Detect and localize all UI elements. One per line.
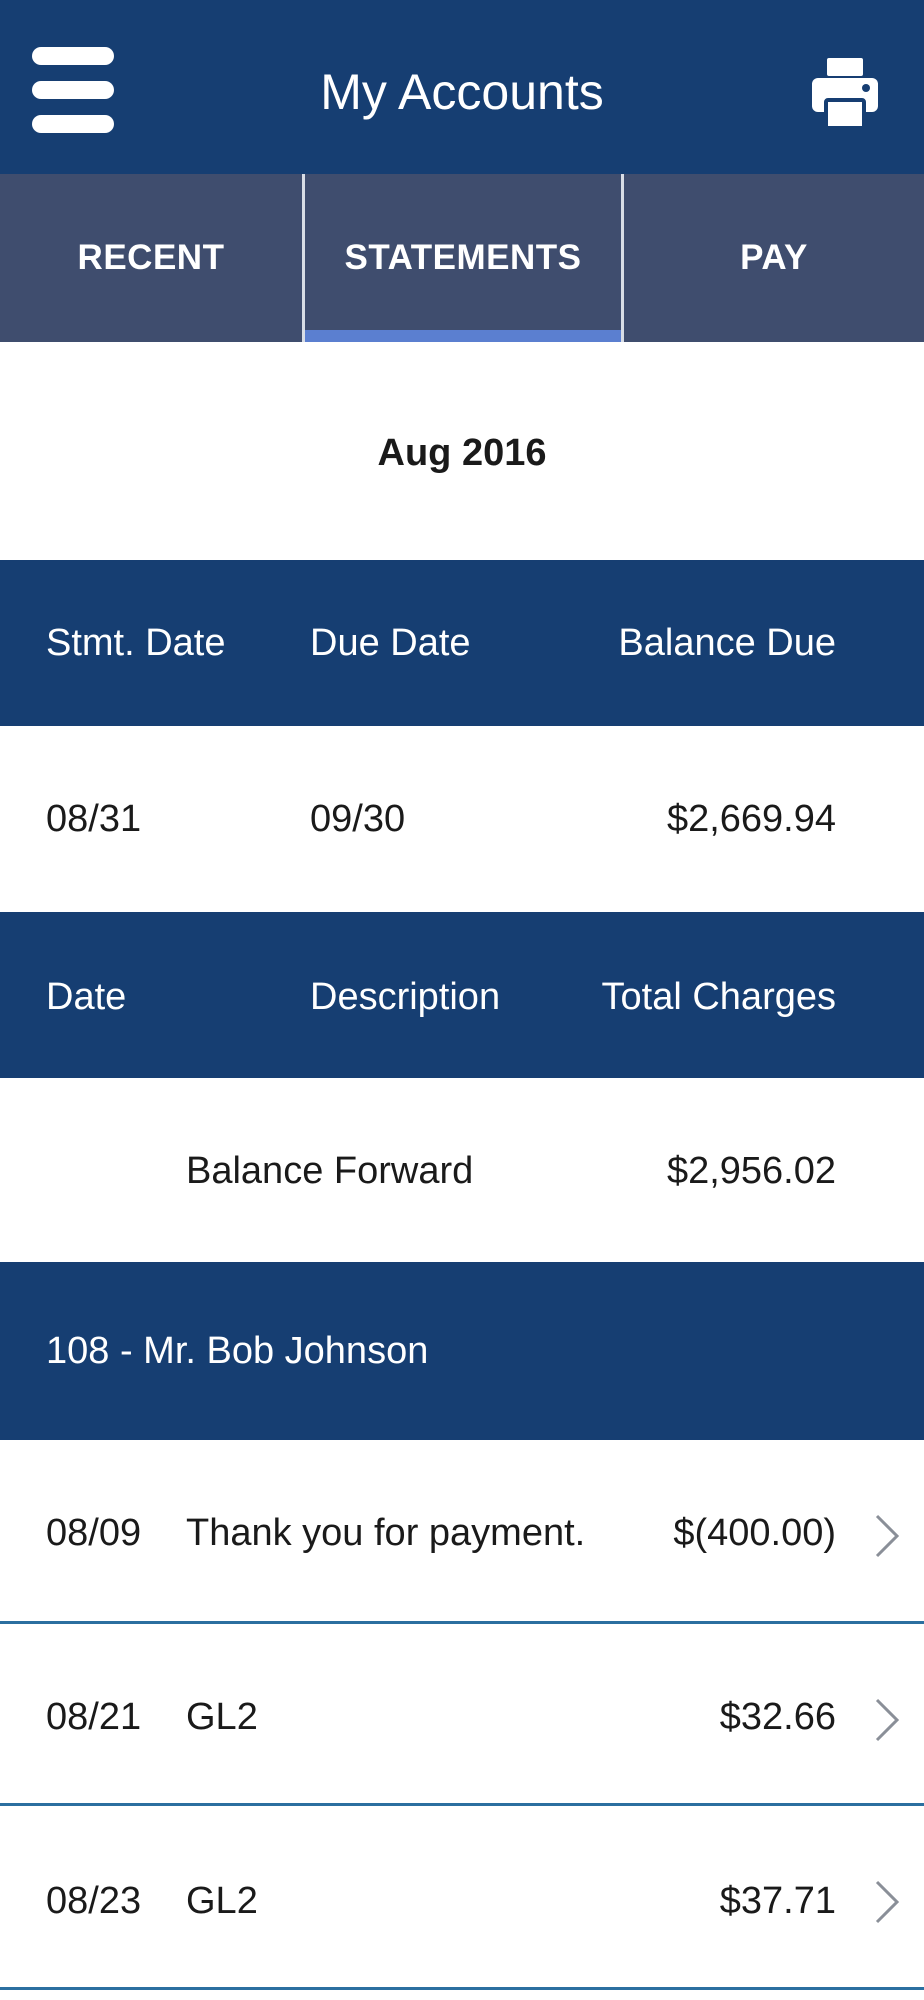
transaction-date: 08/21 [46,1696,142,1738]
transaction-row[interactable]: 08/21 GL2 $32.66 [0,1624,924,1806]
transaction-amount: $37.71 [719,1880,836,1922]
app-header: My Accounts [0,0,924,174]
printer-icon-graphic [812,58,878,130]
chevron-right-icon[interactable] [873,1696,901,1744]
transaction-amount: $32.66 [719,1696,836,1738]
transaction-description: GL2 [186,1696,258,1738]
tab-bar: RECENT STATEMENTS PAY [0,174,924,342]
summary-header-band: Stmt. Date Due Date Balance Due [0,560,924,726]
tab-pay[interactable]: PAY [624,174,924,342]
balance-due-value: $2,669.94 [666,798,836,840]
tab-recent[interactable]: RECENT [0,174,302,342]
balance-forward-label: Balance Forward [186,1150,474,1192]
date-header: Date [46,976,127,1018]
transaction-date: 08/23 [46,1880,142,1922]
statement-month[interactable]: Aug 2016 [0,430,924,476]
stmt-date-header: Stmt. Date [46,622,226,664]
transaction-description: GL2 [186,1880,258,1922]
tab-statements[interactable]: STATEMENTS [302,174,624,342]
transaction-description: Thank you for payment. [186,1512,586,1554]
chevron-right-icon[interactable] [873,1512,901,1560]
member-band: 108 - Mr. Bob Johnson [0,1262,924,1440]
transaction-date: 08/09 [46,1512,142,1554]
due-date-header: Due Date [310,622,471,664]
description-header: Description [310,976,501,1018]
transaction-row[interactable]: 08/23 GL2 $37.71 [0,1806,924,1990]
member-name: 108 - Mr. Bob Johnson [46,1330,429,1372]
printer-icon[interactable] [812,56,878,130]
chevron-right-icon[interactable] [873,1878,901,1926]
transaction-row[interactable]: 08/09 Thank you for payment. $(400.00) [0,1440,924,1624]
detail-header-band: Date Description Total Charges [0,912,924,1078]
summary-row: 08/31 09/30 $2,669.94 [0,726,924,912]
due-date-value: 09/30 [310,798,406,840]
page-title: My Accounts [320,64,604,120]
tab-statements-label: STATEMENTS [344,238,582,277]
active-tab-indicator [305,330,621,342]
tab-pay-label: PAY [740,238,808,277]
balance-forward-amount: $2,956.02 [666,1150,836,1192]
balance-due-header: Balance Due [618,622,836,664]
balance-forward-row: Balance Forward $2,956.02 [0,1078,924,1262]
total-charges-header: Total Charges [601,976,836,1018]
stmt-date-value: 08/31 [46,798,142,840]
transaction-amount: $(400.00) [673,1512,836,1554]
tab-recent-label: RECENT [77,238,225,277]
